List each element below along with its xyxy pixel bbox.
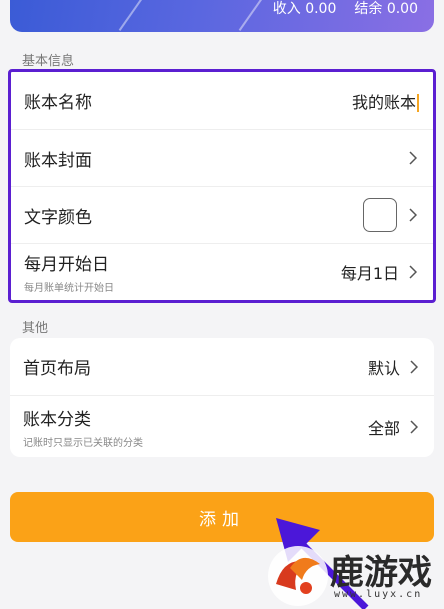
chevron-right-icon — [407, 264, 419, 280]
row-book-cover[interactable]: 账本封面 — [11, 129, 433, 186]
start-day-value: 每月1日 — [340, 264, 399, 283]
row-title: 账本封面 — [24, 150, 92, 171]
row-book-category[interactable]: 账本分类 记账时只显示已关联的分类 全部 — [10, 395, 434, 457]
balance-label: 结余 0.00 — [354, 1, 418, 17]
row-title: 账本名称 — [24, 93, 92, 113]
chevron-right-icon — [408, 359, 420, 375]
book-name-value: 我的账本 — [351, 92, 416, 112]
row-text-color[interactable]: 文字颜色 — [11, 186, 433, 243]
section-label-basic: 基本信息 — [22, 54, 75, 69]
text-cursor — [417, 94, 419, 112]
row-title: 首页布局 — [23, 359, 91, 379]
chevron-right-icon — [407, 150, 419, 166]
row-subtitle: 记账时只显示已关联的分类 — [23, 437, 143, 449]
row-title: 每月开始日 — [24, 255, 109, 275]
row-book-name[interactable]: 账本名称 我的账本 — [11, 72, 433, 129]
watermark-url: www.luyx.cn — [334, 589, 423, 600]
decorative-stroke — [118, 0, 144, 31]
color-swatch[interactable] — [363, 198, 397, 232]
basic-info-group: 账本名称 我的账本 账本封面 文字颜色 每月开始日 每月账单统计开始日 每月1日 — [8, 69, 436, 303]
row-home-layout[interactable]: 首页布局 默认 — [10, 338, 434, 395]
section-label-other: 其他 — [22, 321, 49, 336]
row-month-start-day[interactable]: 每月开始日 每月账单统计开始日 每月1日 — [11, 243, 433, 300]
book-preview-card: 收入 0.00 结余 0.00 — [10, 0, 434, 32]
row-title: 文字颜色 — [24, 207, 92, 228]
watermark-text: 鹿游戏 — [330, 553, 432, 593]
other-group: 首页布局 默认 账本分类 记账时只显示已关联的分类 全部 — [10, 338, 434, 457]
book-name-input[interactable]: 我的账本 — [352, 89, 419, 113]
chevron-right-icon — [408, 419, 420, 435]
chevron-right-icon — [407, 207, 419, 223]
row-title: 账本分类 — [23, 409, 91, 430]
preview-stats: 收入 0.00 结余 0.00 — [273, 0, 418, 18]
category-value: 全部 — [367, 418, 400, 438]
decorative-stroke — [238, 0, 264, 31]
home-layout-value: 默认 — [367, 358, 400, 378]
row-subtitle: 每月账单统计开始日 — [24, 283, 114, 294]
income-label: 收入 0.00 — [272, 1, 337, 17]
